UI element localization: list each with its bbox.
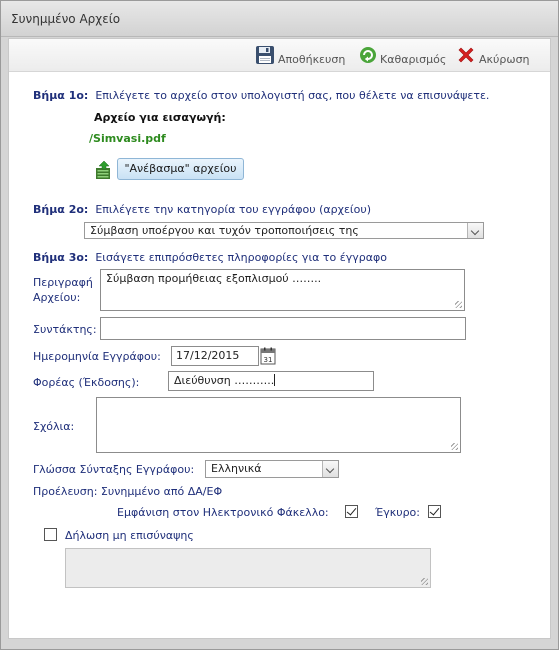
no-attach-label: Δήλωση μη επισύναψης [65,529,194,542]
dialog-titlebar[interactable]: Συνημμένο Αρχείο [1,1,558,37]
step3-instruction: Βήμα 3ο: Εισάγετε επιπρόσθετες πληροφορί… [33,251,387,264]
valid-label: Έγκυρο: [375,506,420,519]
step1-text: Επιλέγετε το αρχείο στον υπολογιστή σας,… [95,89,490,102]
issuer-value: Διεύθυνση ……….. [174,374,275,387]
upload-file-button[interactable]: "Ανέβασμα" αρχείου [117,158,244,180]
refresh-icon [359,46,377,67]
cancel-button[interactable]: Ακύρωση [456,46,530,66]
description-label-line1: Περιγραφή [33,276,93,289]
reset-button[interactable]: Καθαρισμός [359,46,446,66]
no-attach-reason-textarea[interactable] [65,548,431,588]
resize-grip-icon[interactable] [455,301,462,308]
resize-grip-icon[interactable] [451,443,458,450]
attachment-dialog: Συνημμένο Αρχείο Αποθήκευση Καθαρισμός Α… [0,0,559,650]
save-button-label: Αποθήκευση [278,52,346,66]
calendar-icon[interactable]: 31 [260,347,276,368]
issuer-label: Φορέας (Έκδοσης): [33,376,140,389]
date-value: 17/12/2015 [176,349,240,362]
comments-label: Σχόλια: [33,420,75,433]
language-label: Γλώσσα Σύνταξης Εγγράφου: [33,463,195,476]
description-label-line2: Αρχείου: [33,291,81,304]
language-select[interactable]: Ελληνικά [205,460,339,478]
text-cursor [274,374,276,386]
issuer-input[interactable]: Διεύθυνση ……….. [168,371,374,391]
date-input[interactable]: 17/12/2015 [171,346,259,366]
show-in-folder-label: Εμφάνιση στον Ηλεκτρονικό Φάκελλο: [117,506,329,519]
upload-icon[interactable] [94,160,114,183]
document-category-select[interactable]: Σύμβαση υποέργου και τυχόν τροποποιήσεις… [84,222,484,239]
step1-instruction: Βήμα 1ο: Επιλέγετε το αρχείο στον υπολογ… [33,89,489,102]
resize-grip-icon[interactable] [421,578,428,585]
step3-text: Εισάγετε επιπρόσθετες πληροφορίες για το… [95,251,387,264]
document-category-value: Σύμβαση υποέργου και τυχόν τροποποιήσεις… [90,224,359,237]
dialog-toolbar: Αποθήκευση Καθαρισμός Ακύρωση [9,39,550,72]
origin-label: Προέλευση: [33,485,98,498]
cancel-button-label: Ακύρωση [479,52,530,66]
dialog-title: Συνημμένο Αρχείο [11,12,121,26]
save-button[interactable]: Αποθήκευση [255,45,346,68]
chevron-down-icon[interactable] [322,461,338,477]
step1-prefix: Βήμα 1ο: [33,89,89,102]
selected-file-name: /Simvasi.pdf [89,132,166,145]
floppy-disk-icon [255,45,275,68]
no-attach-checkbox[interactable] [44,528,57,541]
step2-text: Επιλέγετε την κατηγορία του εγγράφου (αρ… [95,203,372,216]
date-label: Ημερομηνία Εγγράφου: [33,350,161,363]
show-in-folder-checkbox[interactable] [345,505,358,518]
author-input[interactable] [100,317,466,340]
step2-prefix: Βήμα 2ο: [33,203,89,216]
language-value: Ελληνικά [211,462,262,475]
comments-textarea[interactable] [96,397,461,453]
description-textarea[interactable]: Σύμβαση προμήθειας εξοπλισμού …….. [100,269,465,311]
origin-row: Προέλευση: Συνημμένο από ΔΑ/ΕΦ [33,485,222,498]
step2-instruction: Βήμα 2ο: Επιλέγετε την κατηγορία του εγγ… [33,203,371,216]
dialog-content: Αποθήκευση Καθαρισμός Ακύρωση Βήμα 1ο: Ε… [8,38,551,639]
description-value: Σύμβαση προμήθειας εξοπλισμού …….. [106,272,322,285]
chevron-down-icon[interactable] [467,223,483,238]
close-x-icon [456,45,476,68]
origin-value: Συνημμένο από ΔΑ/ΕΦ [100,485,223,498]
file-to-import-heading: Αρχείο για εισαγωγή: [94,111,226,124]
reset-button-label: Καθαρισμός [380,52,447,66]
valid-checkbox[interactable] [428,505,441,518]
author-label: Συντάκτης: [33,323,97,336]
step3-prefix: Βήμα 3ο: [33,251,89,264]
svg-text:31: 31 [264,356,273,364]
